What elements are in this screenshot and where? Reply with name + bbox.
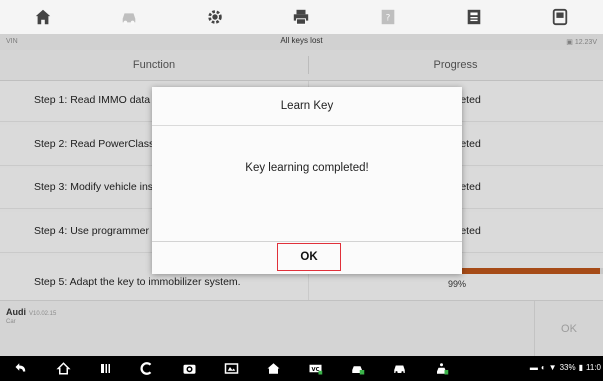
recent-apps-button[interactable] <box>84 356 126 381</box>
maxisys-home-button[interactable] <box>252 356 294 381</box>
data-logging-icon <box>552 8 568 26</box>
recent-apps-icon <box>100 364 110 373</box>
home-icon <box>55 362 71 375</box>
vehicle-swap-icon <box>122 13 136 25</box>
status-area: ▬ ◐ ▼ 33% ▮ 11:0 <box>530 363 601 372</box>
settings-button[interactable] <box>172 0 258 34</box>
svg-text:VC: VC <box>311 367 319 373</box>
back-icon <box>15 363 25 372</box>
top-toolbar: ? <box>0 0 603 35</box>
screenshot-button[interactable] <box>210 356 252 381</box>
maxisys-home-icon <box>267 363 279 374</box>
vehicle-button-2[interactable] <box>378 356 420 381</box>
data-logging-button[interactable] <box>517 0 603 34</box>
remote-icon <box>436 363 448 375</box>
settings-icon <box>208 10 223 24</box>
svg-text:?: ? <box>385 14 390 24</box>
print-icon <box>294 9 309 25</box>
home-icon <box>35 9 51 25</box>
battery-level: 33% <box>559 363 576 372</box>
browser-icon <box>140 362 151 375</box>
chat-icon: ▬ <box>529 363 538 372</box>
clock: 11:0 <box>586 363 601 372</box>
screenshot-icon <box>224 363 238 374</box>
vehicle-swap-button[interactable] <box>86 0 172 34</box>
help-icon: ? <box>381 9 394 25</box>
vehicle-button-1[interactable] <box>336 356 378 381</box>
dialog-message: Key learning completed! <box>245 162 369 174</box>
save-icon <box>467 9 481 25</box>
vehicle-icon <box>393 365 405 374</box>
dialog-footer: OK <box>152 241 462 274</box>
vci-icon: VC <box>309 364 322 375</box>
system-nav-bar: VC ▬ ◐ ▼ 33% ▮ 11:0 <box>0 356 603 381</box>
save-button[interactable] <box>431 0 517 34</box>
camera-icon <box>183 364 195 374</box>
home-nav-button[interactable] <box>42 356 84 381</box>
home-button[interactable] <box>0 0 86 34</box>
battery-icon: ▮ <box>578 363 584 372</box>
dialog-ok-button[interactable]: OK <box>277 243 341 271</box>
remote-button[interactable] <box>420 356 462 381</box>
browser-button[interactable] <box>126 356 168 381</box>
vci-button[interactable]: VC <box>294 356 336 381</box>
learn-key-dialog: Learn Key Key learning completed! OK <box>152 87 462 274</box>
dialog-title: Learn Key <box>152 87 462 126</box>
vehicle-icon <box>351 366 364 375</box>
back-button[interactable] <box>0 356 42 381</box>
camera-button[interactable] <box>168 356 210 381</box>
help-button[interactable]: ? <box>345 0 431 34</box>
wifi-icon: ▼ <box>548 363 557 372</box>
print-button[interactable] <box>258 0 344 34</box>
sync-icon: ◐ <box>540 363 546 372</box>
